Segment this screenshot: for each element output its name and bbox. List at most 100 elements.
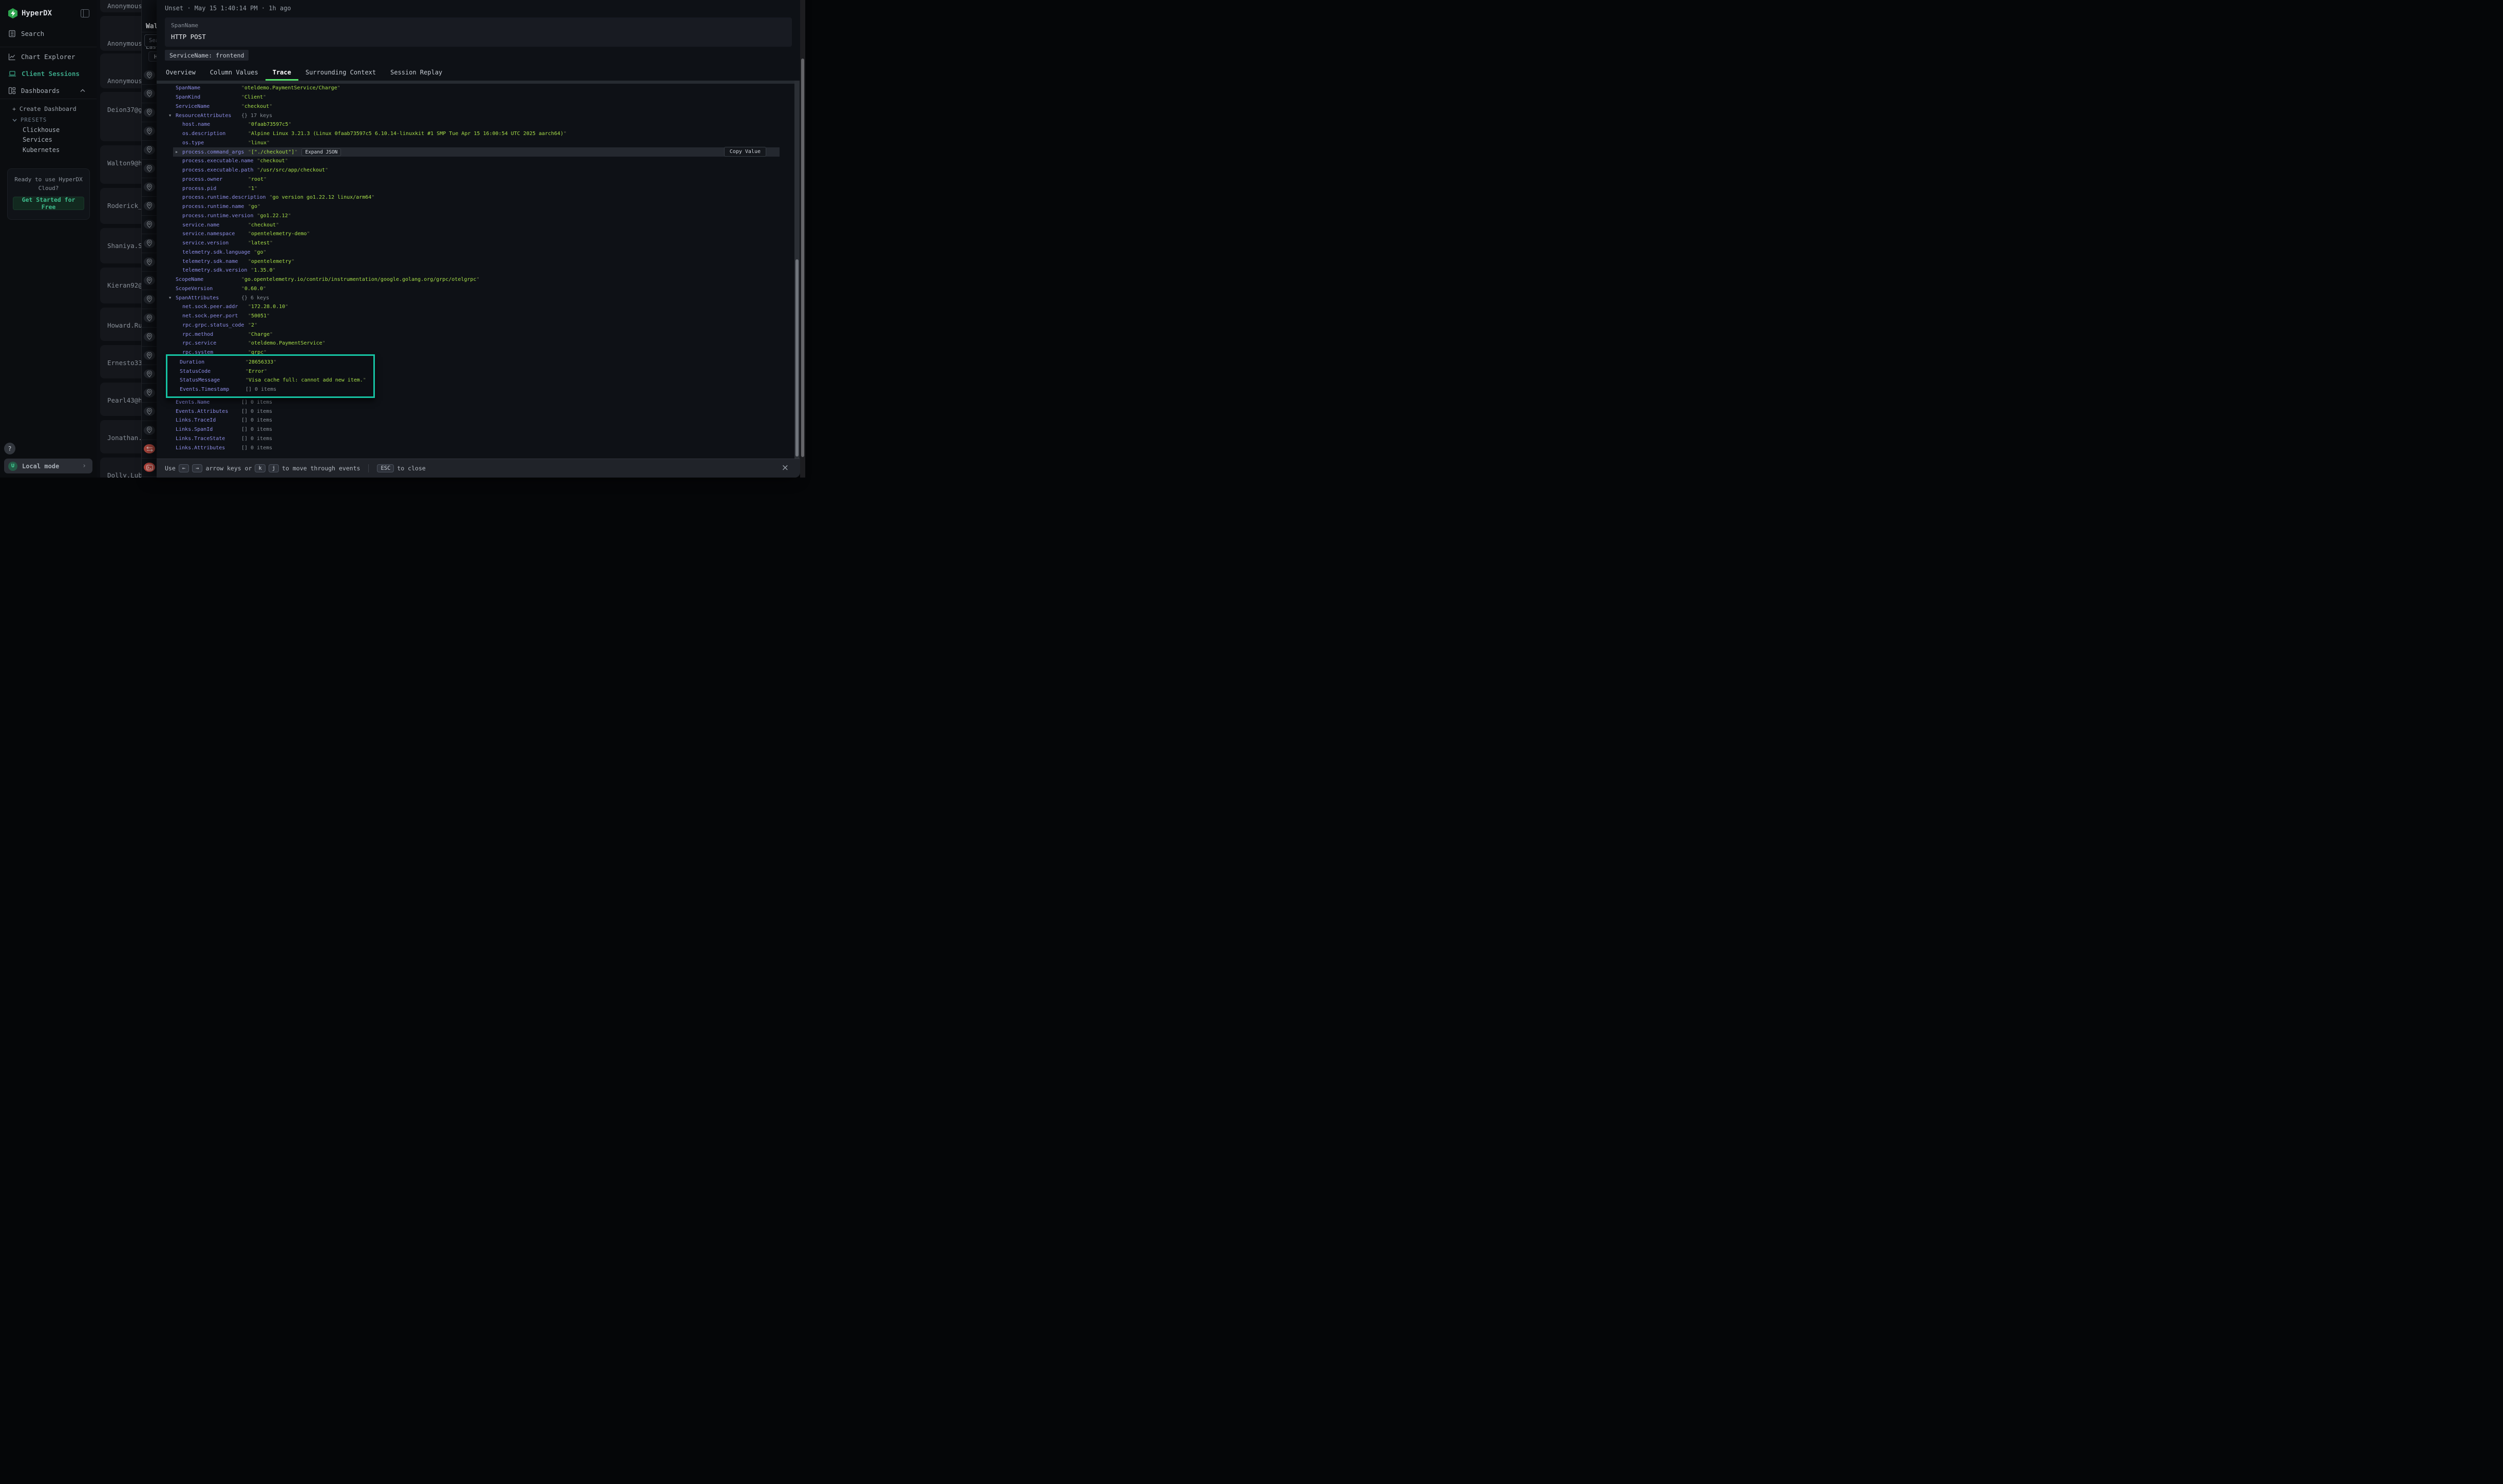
attribute-value: "0faab73597c5" [248, 122, 291, 127]
attribute-row-ResourceAttributes[interactable]: ▼ResourceAttributes{}17 keys [157, 111, 794, 120]
sidebar-item-dashboards[interactable]: Dashboards [8, 87, 60, 94]
get-started-button[interactable]: Get Started for Free [13, 197, 84, 210]
session-event-row[interactable] [142, 365, 157, 384]
attribute-row-telemetry.sdk.name[interactable]: telemetry.sdk.name"opentelemetry" [157, 257, 794, 266]
object-icon: {} [241, 295, 248, 301]
session-event-row[interactable] [142, 84, 157, 103]
attribute-row-StatusCode[interactable]: StatusCode"Error" [167, 367, 373, 376]
session-event-row[interactable] [142, 159, 157, 178]
event-search-input[interactable] [144, 34, 157, 47]
attribute-row-Events.Name[interactable]: Events.Name[]0 items [157, 398, 794, 407]
attribute-row-service.name[interactable]: service.name"checkout" [157, 220, 794, 230]
attribute-row-ScopeName[interactable]: ScopeName"go.opentelemetry.io/contrib/in… [157, 275, 794, 284]
attribute-row-net.sock.peer.port[interactable]: net.sock.peer.port"50051" [157, 312, 794, 321]
session-event-row[interactable] [142, 141, 157, 160]
attribute-row-process.pid[interactable]: process.pid"1" [157, 184, 794, 193]
session-event-row[interactable] [142, 234, 157, 253]
session-event-row[interactable] [142, 197, 157, 216]
session-event-row[interactable] [142, 384, 157, 403]
session-event-row[interactable] [142, 103, 157, 122]
panel-scrollbar[interactable] [794, 81, 800, 459]
attribute-row-ScopeVersion[interactable]: ScopeVersion"0.60.0" [157, 284, 794, 294]
attribute-row-StatusMessage[interactable]: StatusMessage"Visa cache full: cannot ad… [167, 376, 373, 385]
presets-header[interactable]: PRESETS [12, 117, 47, 123]
session-event-row[interactable] [142, 178, 157, 197]
attribute-meta: 0 items [251, 417, 272, 423]
attribute-row-telemetry.sdk.language[interactable]: telemetry.sdk.language"go" [157, 248, 794, 257]
sidebar-preset-kubernetes[interactable]: Kubernetes [23, 146, 60, 154]
sidebar-preset-clickhouse[interactable]: Clickhouse [23, 126, 60, 134]
session-event-row[interactable] [142, 328, 157, 347]
attribute-row-host.name[interactable]: host.name"0faab73597c5" [157, 120, 794, 129]
session-card[interactable] [100, 92, 141, 141]
attribute-row-SpanAttributes[interactable]: ▼SpanAttributes{}6 keys [157, 293, 794, 302]
collapse-sidebar-icon[interactable] [81, 9, 89, 17]
page-scrollbar-thumb[interactable] [801, 59, 804, 457]
attribute-row-rpc.method[interactable]: rpc.method"Charge" [157, 330, 794, 339]
copy-value-button[interactable]: Copy Value [724, 147, 766, 157]
panel-scrollbar-thumb[interactable] [795, 259, 799, 456]
sidebar-item-client-sessions[interactable]: Client Sessions [8, 70, 80, 78]
tab-session-replay[interactable]: Session Replay [383, 66, 449, 81]
session-event-row[interactable] [142, 271, 157, 290]
session-event-row[interactable] [142, 253, 157, 272]
location-pin-icon [144, 164, 155, 173]
attribute-row-Links.TraceId[interactable]: Links.TraceId[]0 items [157, 416, 794, 425]
attribute-row-os.type[interactable]: os.type"linux" [157, 139, 794, 148]
expand-json-button[interactable]: Expand JSON [301, 148, 341, 156]
attribute-value: "go version go1.22.12 linux/arm64" [270, 195, 375, 200]
session-event-row[interactable] [142, 215, 157, 234]
attribute-row-ServiceName[interactable]: ServiceName"checkout" [157, 102, 794, 111]
sidebar-item-chart-explorer[interactable]: Chart Explorer [8, 53, 75, 61]
attribute-row-SpanKind[interactable]: SpanKind"Client" [157, 93, 794, 102]
session-event-row[interactable] [142, 346, 157, 365]
attribute-row-process.executable.name[interactable]: process.executable.name"checkout" [157, 157, 794, 166]
close-icon[interactable]: × [782, 463, 789, 473]
attribute-row-net.sock.peer.addr[interactable]: net.sock.peer.addr"172.28.0.10" [157, 302, 794, 312]
attribute-row-Links.Attributes[interactable]: Links.Attributes[]0 items [157, 443, 794, 452]
tab-surrounding-context[interactable]: Surrounding Context [298, 66, 383, 81]
attribute-row-Links.SpanId[interactable]: Links.SpanId[]0 items [157, 425, 794, 434]
sidebar: HyperDX Search Chart Explorer Client Sessi… [0, 0, 97, 478]
attribute-row-SpanName[interactable]: SpanName"oteldemo.PaymentService/Charge" [157, 84, 794, 93]
help-button[interactable]: ? [4, 443, 15, 454]
sidebar-preset-services[interactable]: Services [23, 136, 52, 143]
attribute-row-service.version[interactable]: service.version"latest" [157, 239, 794, 248]
attribute-row-rpc.grpc.status_code[interactable]: rpc.grpc.status_code"2" [157, 321, 794, 330]
attribute-row-process.owner[interactable]: process.owner"root" [157, 175, 794, 184]
create-dashboard-button[interactable]: + Create Dashboard [12, 105, 77, 112]
sidebar-item-search[interactable]: Search [8, 30, 44, 37]
attribute-row-process.command_args[interactable]: ▶process.command_args"["./checkout"]"Exp… [173, 147, 780, 157]
attribute-row-Events.Attributes[interactable]: Events.Attributes[]0 items [157, 407, 794, 416]
attribute-row-process.runtime.name[interactable]: process.runtime.name"go" [157, 202, 794, 212]
attribute-row-rpc.service[interactable]: rpc.service"oteldemo.PaymentService" [157, 339, 794, 348]
tab-column-values[interactable]: Column Values [203, 66, 266, 81]
session-event-row[interactable] [142, 440, 157, 459]
service-name-badge[interactable]: ServiceName: frontend [165, 50, 249, 61]
page-scrollbar[interactable] [800, 0, 805, 478]
session-event-row[interactable] [142, 309, 157, 328]
attribute-row-os.description[interactable]: os.description"Alpine Linux 3.21.3 (Linu… [157, 129, 794, 139]
session-event-row[interactable] [142, 66, 157, 85]
session-email-label: Jonathan.B [107, 434, 141, 442]
tab-trace[interactable]: Trace [266, 66, 298, 81]
highlighted-filter-button[interactable]: H [148, 51, 157, 62]
tab-overview[interactable]: Overview [159, 66, 203, 81]
app-logo[interactable]: HyperDX [8, 8, 52, 18]
location-pin-icon [144, 313, 155, 322]
attribute-row-process.runtime.description[interactable]: process.runtime.description"go version g… [157, 193, 794, 202]
session-event-row[interactable] [142, 122, 157, 141]
session-event-row[interactable] [142, 402, 157, 421]
session-event-row[interactable] [142, 458, 157, 477]
attribute-value: "linux" [248, 140, 270, 146]
attribute-row-process.executable.path[interactable]: process.executable.path"/usr/src/app/che… [157, 166, 794, 175]
attribute-row-Links.TraceState[interactable]: Links.TraceState[]0 items [157, 434, 794, 444]
attribute-row-Duration[interactable]: Duration"28656333" [167, 358, 373, 367]
attribute-row-telemetry.sdk.version[interactable]: telemetry.sdk.version"1.35.0" [157, 266, 794, 275]
session-event-row[interactable] [142, 421, 157, 440]
attribute-row-Events.Timestamp[interactable]: Events.Timestamp[]0 items [167, 385, 373, 394]
attribute-row-service.namespace[interactable]: service.namespace"opentelemetry-demo" [157, 230, 794, 239]
session-event-row[interactable] [142, 290, 157, 309]
attribute-row-process.runtime.version[interactable]: process.runtime.version"go1.22.12" [157, 212, 794, 221]
local-mode-menu[interactable]: U Local mode › [4, 459, 92, 473]
